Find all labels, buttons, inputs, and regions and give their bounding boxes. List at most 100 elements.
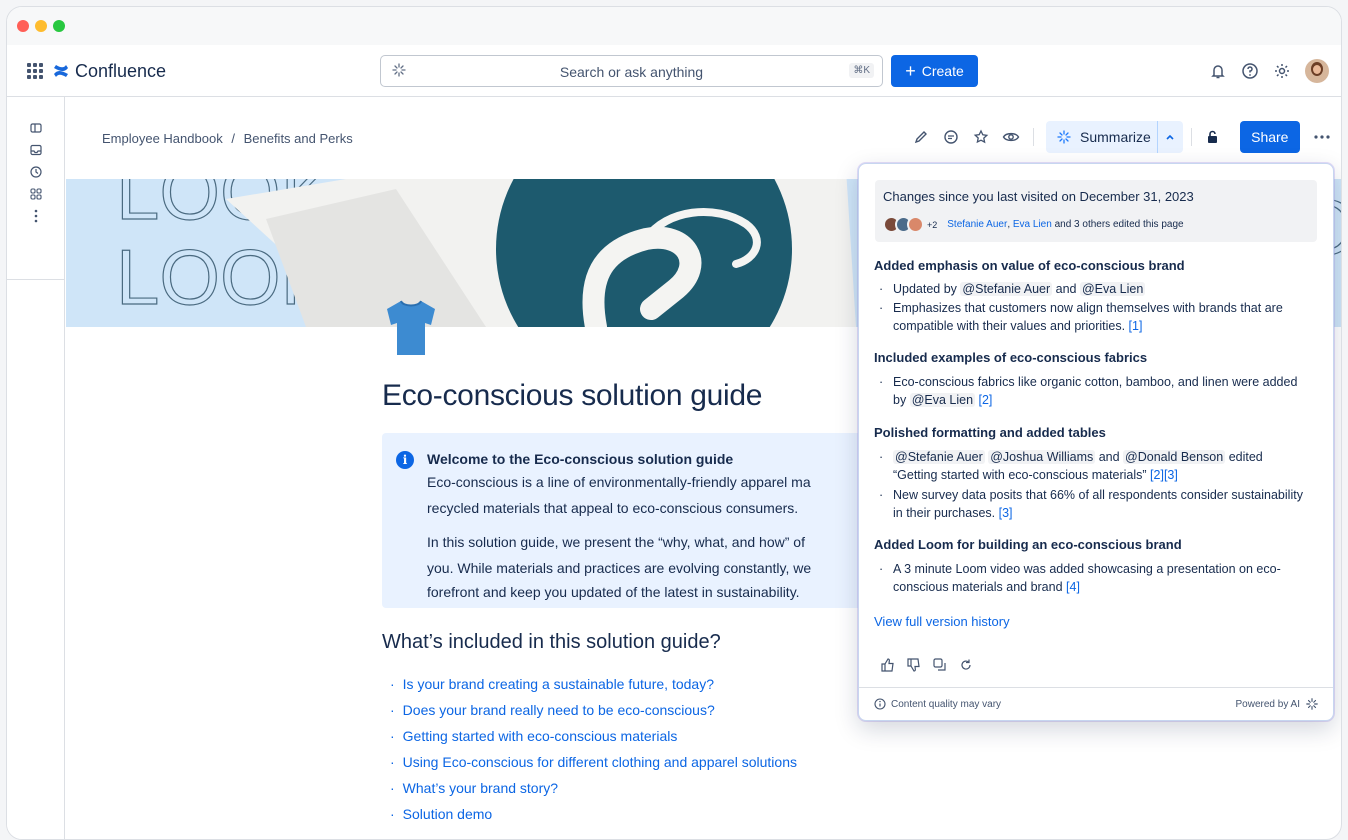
summary-section-title: Polished formatting and added tables — [874, 425, 1106, 440]
summary-section-title: Included examples of eco-conscious fabri… — [874, 350, 1148, 365]
info-panel-text: In this solution guide, we present the “… — [427, 534, 805, 550]
toolbar-divider — [1190, 128, 1192, 146]
nav-icons — [1209, 59, 1329, 83]
restrictions-icon[interactable] — [1198, 123, 1226, 151]
breadcrumb-parent[interactable]: Employee Handbook — [102, 131, 223, 146]
search-input[interactable]: Search or ask anything ⌘K — [380, 55, 883, 87]
bullet-text: Emphasizes that customers now align them… — [893, 301, 1283, 333]
sidebar-recent-icon[interactable] — [27, 163, 45, 181]
sidebar-panel-icon[interactable] — [27, 119, 45, 137]
bell-icon[interactable] — [1209, 62, 1227, 80]
confluence-logo[interactable]: Confluence — [53, 58, 166, 84]
changes-heading: Changes since you last visited on Decemb… — [883, 189, 1194, 204]
create-button[interactable]: + Create — [891, 55, 978, 87]
watch-icon[interactable] — [997, 123, 1025, 151]
editor-comma: , — [1007, 219, 1011, 230]
page-title: Eco-conscious solution guide — [382, 379, 763, 412]
editor-avatar — [907, 216, 924, 233]
toc-link[interactable]: What’s your brand story? — [390, 775, 797, 801]
more-actions-icon[interactable] — [1308, 123, 1336, 151]
confluence-logo-icon — [54, 65, 68, 77]
bullet-text: and — [1052, 282, 1080, 296]
info-panel-text: recycled materials that appeal to eco-co… — [427, 500, 799, 516]
summarize-button[interactable]: Summarize — [1046, 121, 1161, 153]
page-toolbar: Summarize Share — [907, 121, 1338, 153]
mention[interactable]: @Eva Lien — [1079, 282, 1146, 296]
page-emoji-tshirt-icon — [387, 300, 435, 355]
sidebar-more-icon[interactable] — [27, 207, 45, 225]
thumbs-down-icon[interactable] — [907, 658, 921, 672]
section-heading: What’s included in this solution guide? — [382, 631, 721, 653]
retry-icon[interactable] — [959, 658, 973, 672]
copy-icon[interactable] — [933, 658, 947, 672]
edit-icon[interactable] — [907, 123, 935, 151]
editor-count: +2 — [927, 219, 938, 230]
view-version-history-link[interactable]: View full version history — [874, 614, 1010, 629]
share-button[interactable]: Share — [1239, 121, 1300, 153]
toc-link[interactable]: Using Eco-conscious for different clothi… — [390, 749, 797, 775]
reference-link[interactable]: [2] — [975, 393, 993, 407]
breadcrumb: Employee Handbook / Benefits and Perks — [102, 131, 353, 146]
info-icon: i — [396, 451, 414, 469]
svg-text:LOOK: LOOK — [116, 318, 333, 327]
summary-bullet: · @Stefanie Auer @Joshua Williams and @Do… — [879, 450, 1263, 482]
chevron-up-icon — [1166, 134, 1174, 140]
thumbs-up-icon[interactable] — [881, 658, 895, 672]
create-label: Create — [921, 63, 964, 79]
info-panel-title: Welcome to the Eco-conscious solution gu… — [427, 451, 734, 467]
settings-icon[interactable] — [1273, 62, 1291, 80]
info-panel-text: Eco-conscious is a line of environmental… — [427, 474, 811, 490]
mention[interactable]: @Stefanie Auer — [893, 450, 985, 464]
reference-link[interactable]: [4] — [1066, 580, 1080, 594]
toc-link[interactable]: Does your brand really need to be eco-co… — [390, 697, 797, 723]
summary-bullet: · New survey data posits that 66% of all … — [879, 488, 1303, 520]
app-name: Confluence — [75, 60, 167, 81]
mention[interactable]: @Stefanie Auer — [960, 282, 1053, 296]
summarize-label: Summarize — [1080, 129, 1151, 145]
summary-bullet: · A 3 minute Loom video was added showcas… — [879, 562, 1281, 594]
info-panel-text: you. While materials and practices are e… — [427, 560, 812, 576]
editors-row: +2 Stefanie Auer, Eva Lien and 3 others … — [883, 216, 1184, 233]
reference-link[interactable]: [2][3] — [1150, 468, 1178, 482]
info-icon — [874, 698, 886, 710]
summarize-collapse-button[interactable] — [1156, 121, 1183, 153]
star-icon[interactable] — [967, 123, 995, 151]
close-window-button[interactable] — [17, 20, 29, 32]
maximize-window-button[interactable] — [53, 20, 65, 32]
summary-section-title: Added Loom for building an eco-conscious… — [874, 537, 1182, 552]
toc-list: Is your brand creating a sustainable fut… — [390, 671, 797, 827]
toc-link[interactable]: Is your brand creating a sustainable fut… — [390, 671, 797, 697]
content-quality-note: Content quality may vary — [891, 698, 1002, 710]
bullet-text: Updated by — [893, 282, 961, 296]
comment-icon[interactable] — [937, 123, 965, 151]
minimize-window-button[interactable] — [35, 20, 47, 32]
sparkle-icon — [1057, 130, 1071, 144]
mention[interactable]: @Eva Lien — [909, 393, 976, 407]
help-icon[interactable] — [1241, 62, 1259, 80]
toc-link[interactable]: Solution demo — [390, 801, 797, 827]
editor-link[interactable]: Stefanie Auer — [947, 219, 1007, 230]
summary-bullet: · Emphasizes that customers now align the… — [879, 301, 1283, 333]
summary-footer: Content quality may vary Powered by AI — [859, 687, 1333, 720]
summary-bullet: · Updated by @Stefanie Auer and @Eva Lien — [879, 282, 1146, 296]
mention[interactable]: @Donald Benson — [1123, 450, 1226, 464]
reference-link[interactable]: [1] — [1129, 319, 1143, 333]
top-navigation: Confluence Search or ask anything ⌘K + C… — [7, 45, 1341, 97]
editor-link[interactable]: Eva Lien — [1013, 219, 1052, 230]
reference-link[interactable]: [3] — [999, 506, 1013, 520]
plus-icon: + — [905, 61, 916, 81]
search-placeholder: Search or ask anything — [559, 64, 704, 80]
sidebar-divider — [7, 279, 65, 280]
feedback-actions — [881, 658, 973, 672]
left-sidebar — [7, 97, 65, 839]
sidebar-inbox-icon[interactable] — [27, 141, 45, 159]
sidebar-apps-icon[interactable] — [27, 185, 45, 203]
toc-link[interactable]: Getting started with eco-conscious mater… — [390, 723, 797, 749]
mention[interactable]: @Joshua Williams — [988, 450, 1096, 464]
search-shortcut: ⌘K — [849, 63, 874, 78]
breadcrumb-separator: / — [231, 131, 235, 146]
browser-window: Confluence Search or ask anything ⌘K + C… — [6, 6, 1342, 840]
breadcrumb-current[interactable]: Benefits and Perks — [244, 131, 353, 146]
user-avatar[interactable] — [1305, 59, 1329, 83]
app-switcher-icon[interactable] — [27, 63, 43, 79]
